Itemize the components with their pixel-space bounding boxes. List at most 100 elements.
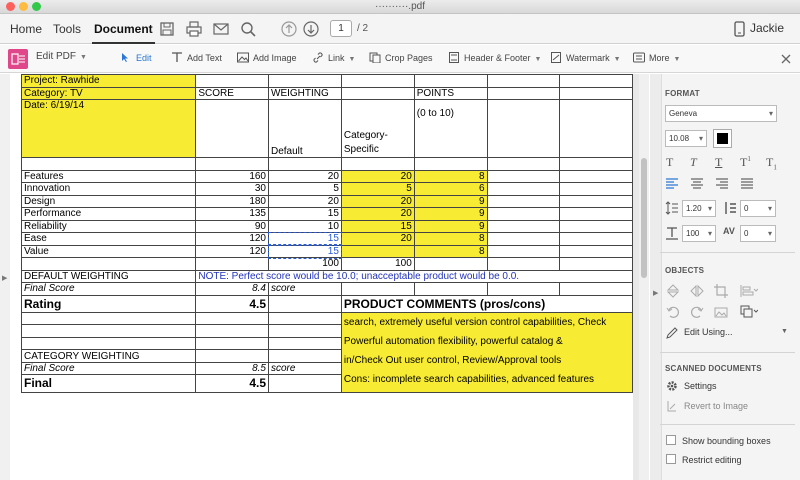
- rotate-right-icon[interactable]: [690, 305, 704, 319]
- edit-button[interactable]: Edit: [120, 52, 152, 63]
- default-total[interactable]: 100: [268, 257, 342, 271]
- align-right-icon[interactable]: [716, 178, 728, 190]
- score-header[interactable]: SCORE: [195, 86, 269, 100]
- points-header[interactable]: POINTS: [413, 86, 488, 100]
- final-label[interactable]: Final: [20, 374, 197, 393]
- score-word-2[interactable]: score: [268, 361, 342, 376]
- score-word[interactable]: score: [268, 282, 342, 296]
- right-panel-collapse[interactable]: ▶: [650, 74, 662, 480]
- criterion-default-weight[interactable]: 20: [268, 194, 342, 208]
- criterion-name[interactable]: Features: [20, 169, 197, 183]
- flip-horizontal-icon[interactable]: [690, 284, 704, 298]
- criterion-specific-weight[interactable]: 15: [340, 219, 415, 233]
- product-comments-box[interactable]: search, extremely useful version control…: [340, 311, 634, 393]
- watermark-button[interactable]: Watermark ▼: [550, 52, 621, 63]
- add-image-button[interactable]: Add Image: [237, 52, 297, 63]
- criterion-default-weight[interactable]: 10: [268, 219, 342, 233]
- category-specific-header[interactable]: Category- Specific: [340, 99, 415, 158]
- align-center-icon[interactable]: [691, 178, 703, 190]
- criterion-specific-weight[interactable]: 20: [340, 232, 415, 246]
- save-icon[interactable]: [158, 20, 176, 38]
- chevron-down-icon[interactable]: ▼: [781, 328, 788, 335]
- criterion-points[interactable]: 9: [413, 207, 488, 221]
- date-cell[interactable]: Date: 6/19/14: [20, 99, 197, 158]
- edit-pdf-icon[interactable]: [8, 49, 28, 69]
- replace-image-icon[interactable]: [714, 305, 728, 319]
- settings-link[interactable]: Settings: [684, 381, 717, 391]
- edit-using-menu[interactable]: Edit Using...: [684, 327, 733, 337]
- criterion-points[interactable]: 9: [413, 219, 488, 233]
- criterion-points[interactable]: 6: [413, 182, 488, 196]
- specific-total[interactable]: 100: [340, 257, 415, 271]
- criterion-score[interactable]: 90: [195, 219, 269, 233]
- show-bounding-boxes-option[interactable]: Show bounding boxes: [666, 435, 771, 446]
- final-score-label-2[interactable]: Final Score: [20, 361, 197, 376]
- align-left-icon[interactable]: [666, 178, 678, 190]
- criterion-points[interactable]: 8: [413, 169, 488, 183]
- crop-image-icon[interactable]: [714, 284, 728, 298]
- criterion-default-weight[interactable]: 15: [268, 207, 342, 221]
- restrict-editing-checkbox[interactable]: [666, 454, 676, 464]
- criterion-name[interactable]: Ease: [20, 232, 197, 246]
- print-icon[interactable]: [185, 20, 203, 38]
- text-style-icon[interactable]: T: [666, 155, 673, 170]
- document-canvas[interactable]: Project: Rawhide Category: TV SCORE WEIGHT…: [10, 74, 639, 480]
- criterion-default-weight[interactable]: 15: [267, 244, 343, 259]
- subscript-icon[interactable]: T1: [766, 155, 777, 171]
- criterion-default-weight[interactable]: 5: [268, 182, 342, 196]
- criterion-specific-weight[interactable]: 20: [340, 169, 415, 183]
- add-text-button[interactable]: Add Text: [171, 52, 222, 63]
- criterion-name[interactable]: Reliability: [20, 219, 197, 233]
- align-objects-icon[interactable]: [740, 284, 758, 298]
- final-score-category[interactable]: 8.5: [195, 361, 269, 376]
- criterion-score[interactable]: 120: [195, 244, 269, 258]
- tab-document[interactable]: Document: [92, 22, 155, 44]
- scrollbar-thumb[interactable]: [641, 158, 647, 278]
- note-text[interactable]: NOTE: Perfect score would be 10.0; unacc…: [195, 269, 633, 283]
- show-bounding-boxes-checkbox[interactable]: [666, 435, 676, 445]
- next-page-icon[interactable]: [302, 20, 320, 38]
- rotate-left-icon[interactable]: [666, 305, 680, 319]
- previous-page-icon[interactable]: [280, 20, 298, 38]
- header-footer-button[interactable]: Header & Footer ▼: [448, 52, 541, 63]
- underline-icon[interactable]: T: [715, 155, 722, 170]
- crop-pages-button[interactable]: Crop Pages: [369, 52, 433, 63]
- close-icon[interactable]: [780, 53, 792, 65]
- criterion-points[interactable]: 8: [413, 244, 488, 258]
- rating-label[interactable]: Rating: [20, 294, 197, 313]
- email-icon[interactable]: [212, 20, 230, 38]
- criterion-points[interactable]: 8: [413, 232, 488, 246]
- superscript-icon[interactable]: T1: [740, 155, 751, 170]
- criterion-score[interactable]: 30: [195, 182, 269, 196]
- more-button[interactable]: More ▼: [633, 52, 680, 63]
- horizontal-scale-select[interactable]: 100: [682, 225, 716, 242]
- criterion-specific-weight[interactable]: 20: [340, 207, 415, 221]
- criterion-score[interactable]: 180: [195, 194, 269, 208]
- criterion-default-weight[interactable]: 15: [267, 231, 343, 246]
- italic-icon[interactable]: T: [690, 155, 697, 170]
- tab-tools[interactable]: Tools: [53, 22, 81, 36]
- page-number-input[interactable]: 1: [330, 20, 352, 37]
- criterion-name[interactable]: Design: [20, 194, 197, 208]
- default-weighting-label[interactable]: DEFAULT WEIGHTING: [20, 269, 197, 283]
- criterion-name[interactable]: Value: [20, 244, 197, 258]
- points-range[interactable]: (0 to 10): [413, 99, 488, 158]
- criterion-score[interactable]: 135: [195, 207, 269, 221]
- weighting-header[interactable]: WEIGHTING: [268, 86, 342, 100]
- font-size-select[interactable]: 10.08: [665, 130, 707, 147]
- default-header[interactable]: Default: [268, 99, 342, 158]
- product-comments-title[interactable]: PRODUCT COMMENTS (pros/cons): [340, 294, 634, 313]
- text-color-swatch[interactable]: [713, 129, 732, 148]
- criterion-points[interactable]: 9: [413, 194, 488, 208]
- line-spacing-select[interactable]: 1.20: [682, 200, 716, 217]
- search-icon[interactable]: [239, 20, 257, 38]
- paragraph-spacing-select[interactable]: 0: [740, 200, 776, 217]
- vertical-scrollbar[interactable]: [639, 74, 649, 480]
- edit-pdf-menu[interactable]: Edit PDF ▼: [36, 51, 87, 62]
- final-score-default[interactable]: 8.4: [195, 282, 269, 296]
- criterion-score[interactable]: 160: [195, 169, 269, 183]
- criterion-default-weight[interactable]: 20: [268, 169, 342, 183]
- criterion-name[interactable]: Innovation: [20, 182, 197, 196]
- font-family-select[interactable]: Geneva: [665, 105, 777, 122]
- criterion-score[interactable]: 120: [195, 232, 269, 246]
